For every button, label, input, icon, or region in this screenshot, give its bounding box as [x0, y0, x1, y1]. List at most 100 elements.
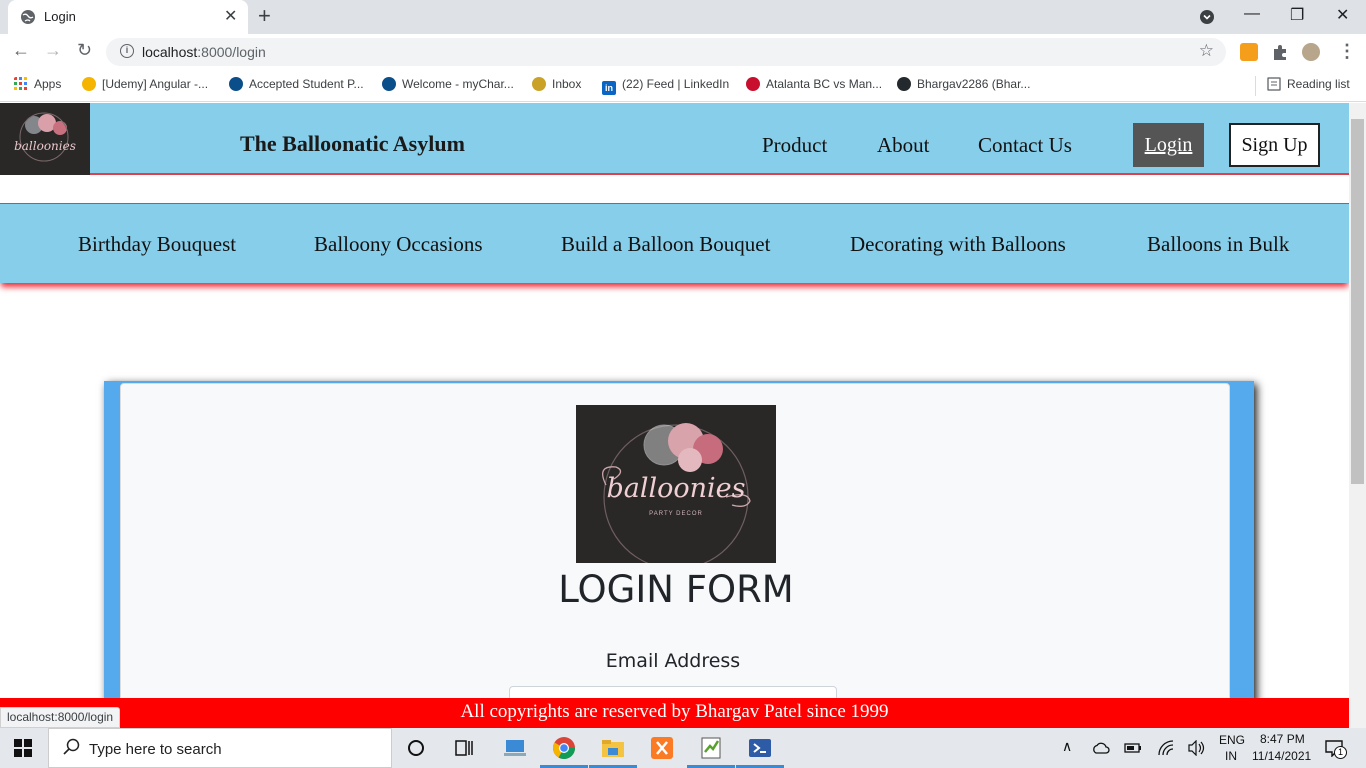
bookmark-linkedin[interactable]: in (22) Feed | LinkedIn	[602, 77, 729, 95]
powershell-icon[interactable]	[747, 736, 773, 760]
window-close-button[interactable]: ✕	[1336, 5, 1349, 25]
reading-list-label: Reading list	[1287, 77, 1350, 91]
bookmark-star-icon[interactable]: ☆	[1199, 41, 1214, 61]
university-icon	[382, 77, 396, 91]
browser-toolbar: ← → ↻ i localhost:8000/login ☆ ⋮	[0, 34, 1366, 70]
bookmarks-bar: Apps [Udemy] Angular -... Accepted Stude…	[0, 70, 1366, 102]
logo-subtext: PARTY DECOR	[649, 511, 703, 517]
email-label: Email Address	[605, 650, 741, 672]
football-icon	[746, 77, 760, 91]
language-indicator[interactable]: ENG	[1219, 733, 1245, 747]
nav-link-contact[interactable]: Contact Us	[978, 133, 1072, 158]
bookmark-inbox[interactable]: Inbox	[532, 77, 581, 91]
clock-date[interactable]: 11/14/2021	[1252, 749, 1311, 763]
link-status-bar: localhost:8000/login	[0, 707, 121, 728]
form-title: LOGIN FORM	[558, 568, 794, 611]
extension-icon[interactable]	[1240, 43, 1258, 61]
logo-text: balloonies	[14, 139, 76, 153]
bookmark-label: Atalanta BC vs Man...	[766, 77, 883, 91]
bookmark-accepted-student[interactable]: Accepted Student P...	[229, 77, 364, 91]
category-balloony-occasions[interactable]: Balloony Occasions	[314, 232, 483, 257]
category-decorating[interactable]: Decorating with Balloons	[850, 232, 1066, 257]
category-nav: Birthday Bouquest Balloony Occasions Bui…	[0, 203, 1349, 283]
bookmark-label: [Udemy] Angular -...	[102, 77, 209, 91]
notepad-plus-icon[interactable]	[698, 736, 724, 760]
bookmark-label: Inbox	[552, 77, 582, 91]
github-icon	[897, 77, 911, 91]
nav-link-product[interactable]: Product	[762, 133, 827, 158]
university-icon	[229, 77, 243, 91]
login-card-frame: balloonies PARTY DECOR LOGIN FORM Email …	[104, 381, 1254, 728]
site-title[interactable]: The Balloonatic Asylum	[240, 131, 465, 157]
bookmark-label: Apps	[34, 77, 62, 91]
browser-tab[interactable]: Login ✕	[8, 0, 248, 34]
category-build-bouquet[interactable]: Build a Balloon Bouquet	[561, 232, 770, 257]
bookmark-atalanta[interactable]: Atalanta BC vs Man...	[746, 77, 882, 91]
profile-avatar[interactable]	[1302, 43, 1320, 61]
site-header: balloonies The Balloonatic Asylum Produc…	[0, 103, 1349, 175]
taskbar-search[interactable]: Type here to search	[48, 728, 392, 768]
browser-menu-icon[interactable]: ⋮	[1338, 41, 1356, 62]
new-tab-button[interactable]: +	[258, 3, 271, 29]
scrollbar-thumb[interactable]	[1351, 119, 1364, 484]
wifi-icon[interactable]	[1157, 739, 1175, 757]
search-placeholder: Type here to search	[89, 741, 222, 758]
reading-list-button[interactable]: Reading list	[1267, 77, 1350, 91]
cortana-icon[interactable]	[403, 736, 429, 760]
notification-center-button[interactable]: 1	[1324, 739, 1348, 759]
bookmark-apps[interactable]: Apps	[14, 77, 61, 91]
notification-badge: 1	[1334, 746, 1347, 759]
bookmark-label: Accepted Student P...	[249, 77, 364, 91]
bookmark-label: Welcome - myChar...	[402, 77, 514, 91]
mail-icon	[532, 77, 546, 91]
site-info-icon[interactable]: i	[120, 44, 134, 58]
page-scrollbar[interactable]	[1349, 103, 1366, 728]
url-text: localhost:8000/login	[142, 44, 266, 60]
udemy-icon	[82, 77, 96, 91]
site-logo[interactable]: balloonies	[0, 103, 90, 175]
forward-button[interactable]: →	[44, 40, 62, 61]
restore-button[interactable]: ❐	[1290, 5, 1304, 25]
url-path: :8000/login	[197, 44, 266, 60]
login-button[interactable]: Login	[1133, 123, 1204, 167]
file-explorer-icon[interactable]	[600, 736, 626, 760]
chrome-icon[interactable]	[551, 736, 577, 760]
chevron-up-icon[interactable]: ∧	[1062, 738, 1072, 755]
form-logo: balloonies PARTY DECOR	[576, 405, 776, 570]
laptop-app-icon[interactable]	[502, 736, 528, 760]
battery-icon[interactable]	[1124, 741, 1142, 755]
bookmark-udemy[interactable]: [Udemy] Angular -...	[82, 77, 208, 91]
input-region[interactable]: IN	[1225, 749, 1237, 763]
page-viewport: balloonies The Balloonatic Asylum Produc…	[0, 103, 1349, 728]
puzzle-extensions-icon[interactable]	[1271, 43, 1289, 61]
bookmark-github[interactable]: Bhargav2286 (Bhar...	[897, 77, 1030, 91]
login-card: balloonies PARTY DECOR LOGIN FORM Email …	[120, 383, 1230, 728]
onedrive-icon[interactable]	[1092, 741, 1110, 755]
globe-icon	[21, 10, 35, 24]
logo-text: balloonies	[606, 473, 746, 504]
xampp-icon[interactable]	[649, 736, 675, 760]
nav-link-about[interactable]: About	[877, 133, 930, 158]
minimize-button[interactable]: —	[1244, 5, 1260, 23]
bookmarks-divider	[1255, 76, 1256, 96]
site-footer: All copyrights are reserved by Bhargav P…	[0, 698, 1349, 728]
tab-title: Login	[44, 9, 76, 24]
close-tab-icon[interactable]: ✕	[224, 6, 237, 26]
address-bar[interactable]: i localhost:8000/login ☆	[106, 38, 1226, 66]
reading-list-icon	[1267, 77, 1281, 91]
url-host: localhost	[142, 44, 198, 60]
category-birthday-bouquet[interactable]: Birthday Bouquest	[78, 232, 236, 257]
browser-tab-strip: Login ✕ + — ❐ ✕	[0, 0, 1366, 34]
back-button[interactable]: ←	[12, 40, 30, 61]
tab-search-icon[interactable]	[1199, 9, 1215, 25]
signup-button[interactable]: Sign Up	[1229, 123, 1320, 167]
volume-icon[interactable]	[1187, 740, 1205, 756]
bookmark-mycharlotte[interactable]: Welcome - myChar...	[382, 77, 514, 91]
task-view-icon[interactable]	[451, 736, 477, 760]
search-icon	[63, 738, 80, 755]
category-bulk[interactable]: Balloons in Bulk	[1147, 232, 1289, 257]
linkedin-icon: in	[602, 81, 616, 95]
reload-button[interactable]: ↻	[77, 40, 92, 61]
clock-time[interactable]: 8:47 PM	[1260, 732, 1305, 746]
windows-start-icon[interactable]	[14, 739, 32, 757]
